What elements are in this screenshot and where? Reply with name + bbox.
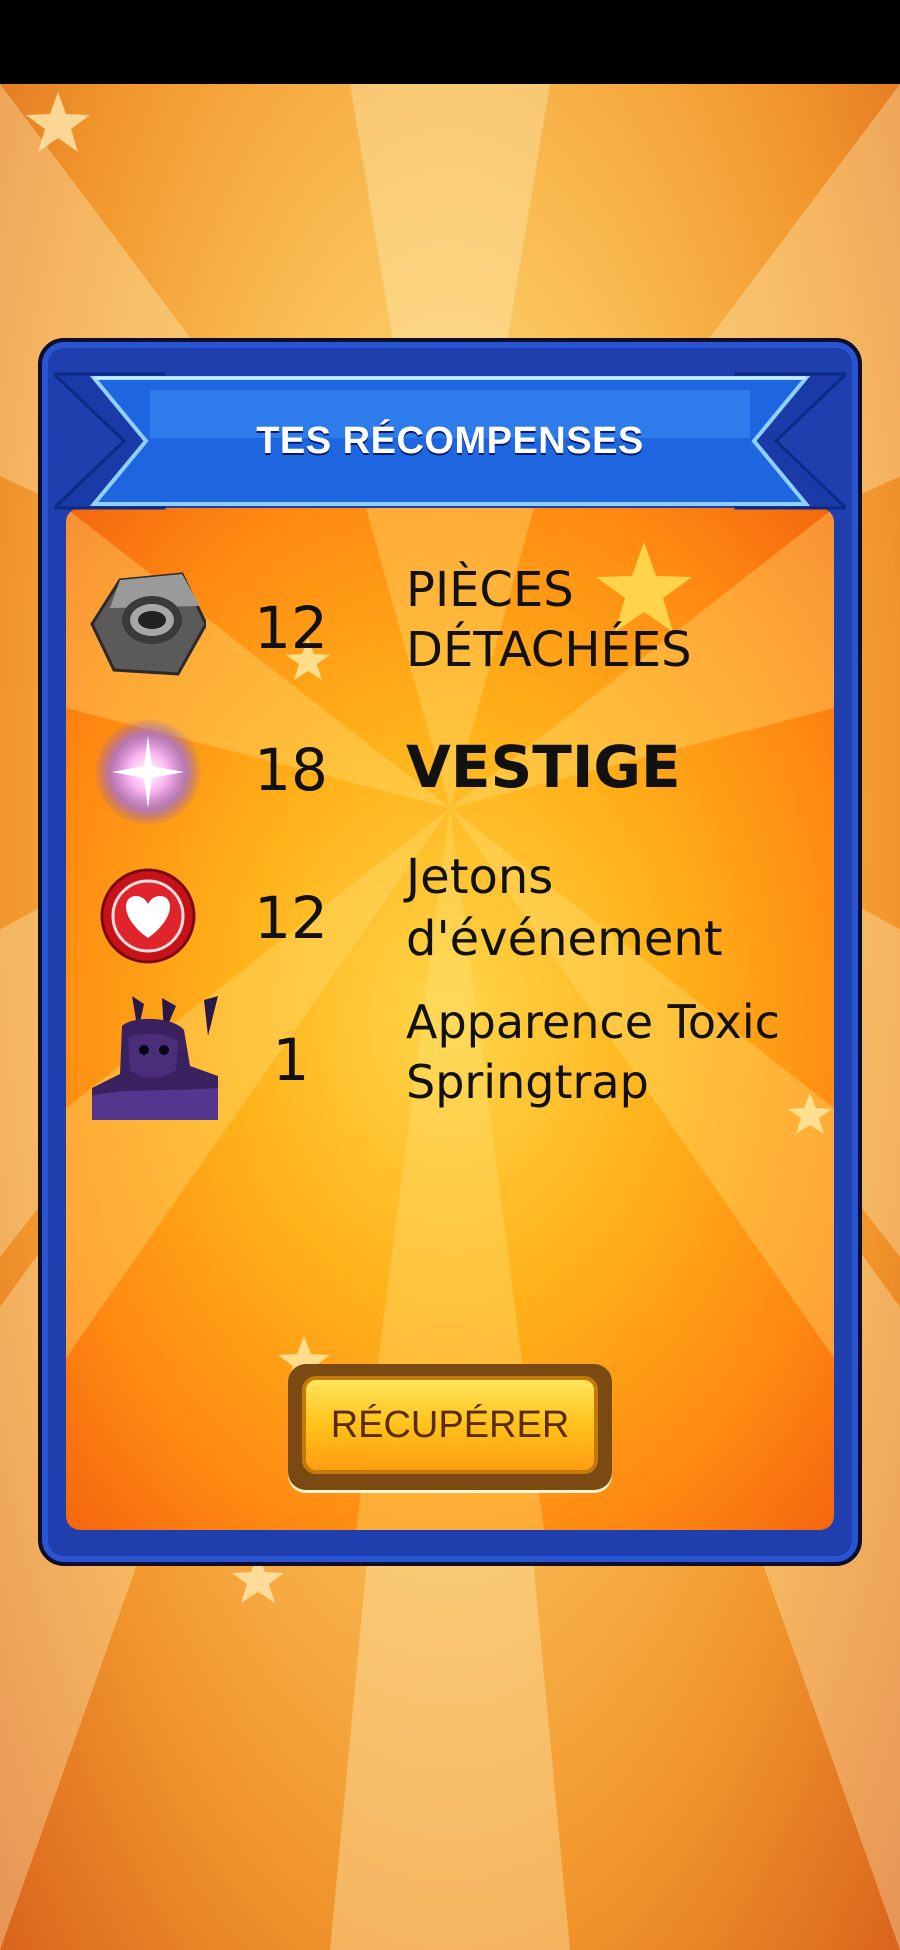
reward-label-line1: Apparence Toxic <box>406 995 780 1049</box>
reward-count: 12 <box>254 884 328 952</box>
claim-button[interactable]: RÉCUPÉRER <box>302 1376 598 1474</box>
reward-count: 18 <box>254 736 328 804</box>
reward-row-vestige: 18 VESTIGE <box>66 714 834 844</box>
reward-row-event-tokens: 12 Jetons d'événement <box>66 849 834 988</box>
reward-label-line2: Springtrap <box>406 1055 649 1109</box>
reward-label-line1: PIÈCES <box>406 562 574 618</box>
glowing-orb-icon <box>90 714 206 830</box>
reward-label-line1: Jetons <box>406 849 554 905</box>
reward-row-spare-parts: 12 PIÈCES DÉTACHÉES <box>66 562 834 696</box>
reward-label-line1: VESTIGE <box>406 733 681 801</box>
heart-token-icon <box>90 858 206 974</box>
title-ribbon: TES RÉCOMPENSES <box>54 370 846 512</box>
reward-count: 1 <box>272 1026 310 1094</box>
reward-label-line2: DÉTACHÉES <box>406 622 692 678</box>
dialog-title: TES RÉCOMPENSES <box>256 419 644 462</box>
springtrap-skin-icon <box>92 996 218 1122</box>
hex-nut-icon <box>90 566 208 682</box>
reward-label-line2: d'événement <box>406 911 723 967</box>
reward-count: 12 <box>254 594 328 662</box>
status-bar <box>0 0 900 84</box>
claim-button-frame: RÉCUPÉRER <box>288 1364 612 1490</box>
reward-row-springtrap-skin: 1 Apparence Toxic Springtrap <box>66 995 834 1126</box>
